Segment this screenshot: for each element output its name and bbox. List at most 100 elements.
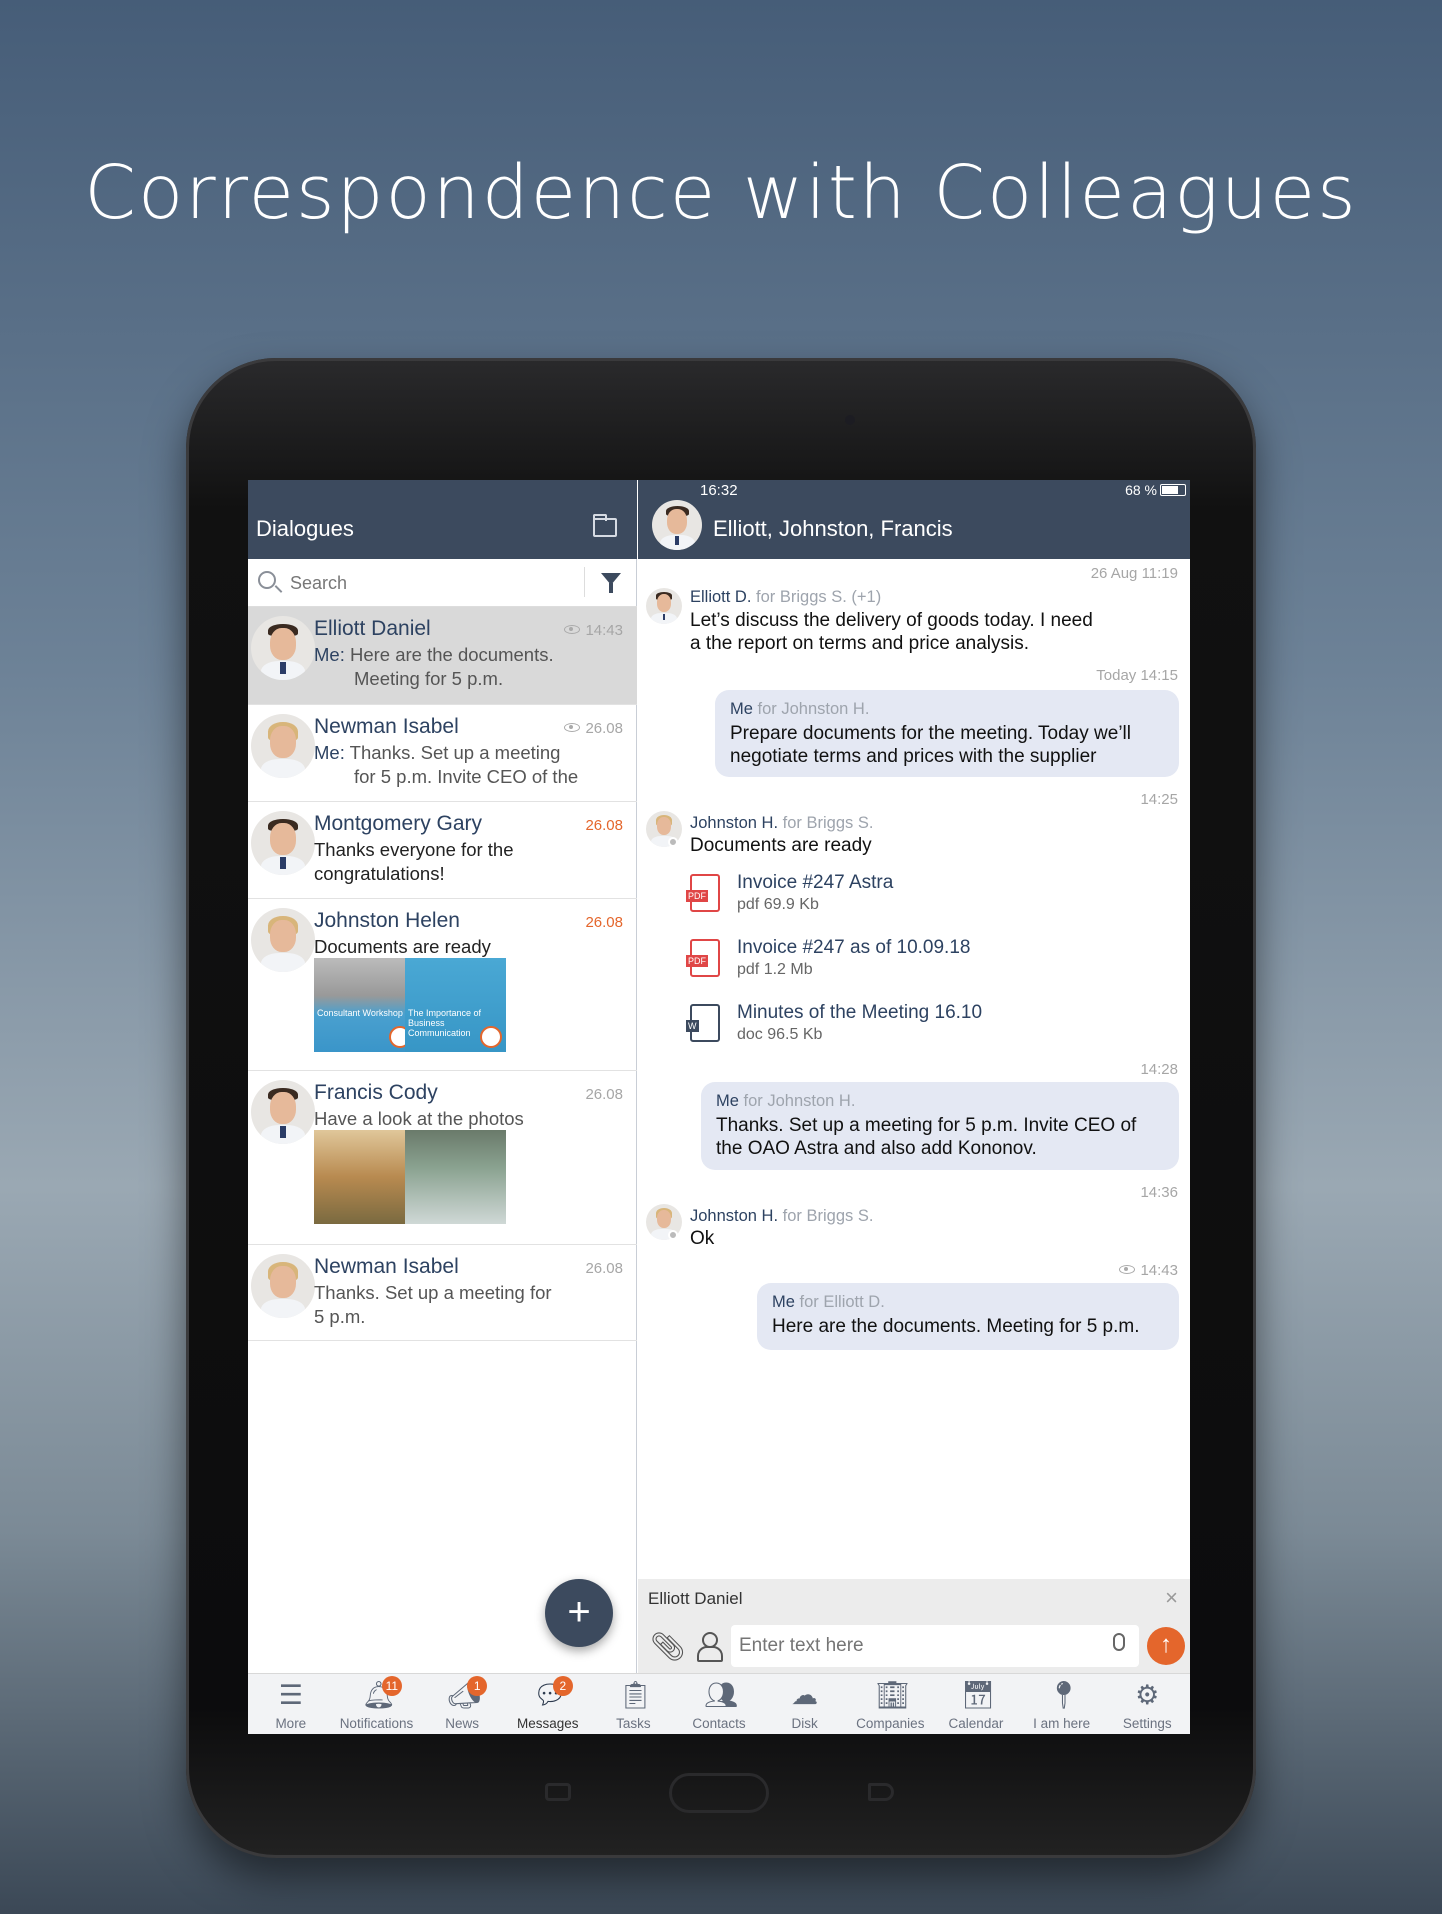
send-button[interactable]: ↑ — [1147, 1627, 1185, 1665]
folder-icon[interactable] — [593, 514, 617, 537]
image-thumbnail[interactable] — [314, 1130, 415, 1224]
presence-dot — [668, 1230, 678, 1240]
chat-title: Elliott, Johnston, Francis — [713, 516, 953, 541]
file-meta: doc 96.5 Kb — [737, 1026, 823, 1043]
message-bubble-own: Me for Johnston H. Thanks. Set up a meet… — [701, 1082, 1179, 1170]
message-text: Thanks. Set up a meeting for 5 p.m. Invi… — [716, 1115, 1137, 1159]
home-button[interactable] — [669, 1773, 769, 1813]
dialogue-name: Montgomery Gary — [314, 812, 483, 835]
file-name: Invoice #247 as of 10.09.18 — [737, 937, 971, 958]
nav-label: Tasks — [616, 1716, 651, 1731]
new-dialogue-button[interactable]: + — [545, 1579, 613, 1647]
image-thumbnail[interactable]: Consultant Workshop — [314, 958, 415, 1052]
nav-i-am-here[interactable]: 📍︎ I am here — [1019, 1674, 1105, 1734]
close-icon[interactable]: × — [1165, 1585, 1178, 1611]
image-thumbnail[interactable]: The Importance of Business Communication — [405, 958, 506, 1052]
microphone-icon[interactable] — [1113, 1633, 1125, 1651]
message-text: Here are the documents. Meeting for 5 p.… — [772, 1316, 1140, 1337]
nav-contacts[interactable]: 👥︎ Contacts — [676, 1674, 762, 1734]
timestamp: 14:43 — [1119, 1262, 1178, 1279]
message-input[interactable] — [731, 1625, 1139, 1667]
back-button[interactable] — [868, 1783, 894, 1801]
status-time: 16:32 — [700, 482, 738, 499]
recent-apps-button[interactable] — [545, 1783, 571, 1801]
avatar — [251, 811, 315, 875]
clipboard-icon: 📋︎ — [618, 1680, 653, 1710]
nav-label: Disk — [791, 1716, 818, 1731]
pdf-file-icon: PDF — [686, 874, 720, 912]
avatar — [251, 714, 315, 778]
location-pin-icon: 📍︎ — [1046, 1680, 1081, 1710]
reply-strip: Elliott Daniel × — [638, 1579, 1190, 1618]
dialogue-item[interactable]: Montgomery Gary 26.08 Thanks everyone for … — [248, 802, 637, 899]
nav-calendar[interactable]: 📅︎ Calendar — [933, 1674, 1019, 1734]
word-file-icon: W — [686, 1004, 720, 1042]
dialogue-preview: Thanks. Set up a meeting for 5 p.m. — [314, 1282, 552, 1327]
menu-icon: ☰ — [278, 1680, 303, 1710]
image-thumbnail[interactable] — [405, 1130, 506, 1224]
nav-tasks[interactable]: 📋︎ Tasks — [591, 1674, 677, 1734]
message-sender: Me for Elliott D. — [772, 1293, 885, 1311]
message-bubble-own: Me for Johnston H. Prepare documents for… — [715, 690, 1179, 777]
nav-messages[interactable]: 💬︎ 2 Messages — [505, 1674, 591, 1734]
timestamp: 14:28 — [1140, 1061, 1178, 1078]
dialogue-name: Johnston Helen — [314, 909, 460, 932]
thumbnail-caption: Consultant Workshop — [317, 1008, 403, 1018]
dialogue-time: 26.08 — [585, 914, 623, 931]
file-meta: pdf 1.2 Mb — [737, 961, 813, 978]
search-input[interactable]: Search — [290, 573, 347, 594]
dialogue-time: 26.08 — [585, 1260, 623, 1277]
nav-notifications[interactable]: 🔔︎ 11 Notifications — [334, 1674, 420, 1734]
filter-icon[interactable] — [601, 573, 621, 593]
timestamp: Today 14:15 — [1096, 667, 1178, 684]
dialogue-preview: Me: Thanks. Set up a meeting for 5 p.m. I… — [314, 742, 579, 787]
reply-to-name: Elliott Daniel — [648, 1589, 743, 1608]
dialogue-name: Elliott Daniel — [314, 617, 431, 640]
dialogue-item[interactable]: Johnston Helen 26.08 Documents are ready Co… — [248, 899, 637, 1071]
contacts-icon: 👥︎ — [704, 1680, 739, 1710]
nav-news[interactable]: 📣︎ 1 News — [419, 1674, 505, 1734]
screen: Dialogues Search Elliott Daniel 14:43 Me: … — [248, 480, 1190, 1734]
dialogues-title: Dialogues — [256, 516, 354, 541]
timestamp: 14:25 — [1140, 791, 1178, 808]
dialogues-header: Dialogues — [248, 480, 637, 559]
nav-label: Messages — [516, 1716, 579, 1731]
dialogue-name: Newman Isabel — [314, 715, 459, 738]
chat-header: 16:32 68 % Elliott, Johnston, Francis — [638, 480, 1190, 559]
dialogue-time: 26.08 — [564, 720, 623, 737]
timestamp: 14:36 — [1140, 1184, 1178, 1201]
battery-icon — [1160, 484, 1186, 496]
compose-bar: 📎︎ ↑ — [638, 1618, 1190, 1673]
message-bubble-own: Me for Elliott D. Here are the documents… — [757, 1283, 1179, 1350]
seen-icon — [564, 625, 581, 634]
nav-companies[interactable]: 🏢︎ Companies — [847, 1674, 933, 1734]
message-text: Ok — [690, 1228, 715, 1249]
dialogue-item[interactable]: Newman Isabel 26.08 Thanks. Set up a meeti… — [248, 1245, 637, 1341]
message-sender: Johnston H. for Briggs S. — [690, 814, 874, 832]
sender-avatar[interactable] — [646, 588, 682, 624]
pdf-badge-icon — [480, 1026, 502, 1048]
gear-icon: ⚙ — [1135, 1680, 1160, 1710]
nav-disk[interactable]: ☁ Disk — [762, 1674, 848, 1734]
message-text: Prepare documents for the meeting. Today… — [730, 723, 1131, 767]
group-avatar[interactable] — [652, 500, 702, 550]
nav-settings[interactable]: ⚙ Settings — [1104, 1674, 1190, 1734]
person-icon[interactable] — [696, 1632, 723, 1662]
headline: Correspondence with Colleagues — [84, 150, 1358, 236]
dialogue-item[interactable]: Elliott Daniel 14:43 Me: Here are the docu… — [248, 607, 637, 705]
dialogue-item[interactable]: Francis Cody 26.08 Have a look at the phot… — [248, 1071, 637, 1245]
dialogue-preview: Thanks everyone for the congratulations! — [314, 839, 514, 884]
paperclip-icon[interactable]: 📎︎ — [650, 1630, 686, 1663]
nav-label: News — [445, 1716, 479, 1731]
message-text: Documents are ready — [690, 835, 872, 856]
presence-dot — [668, 837, 678, 847]
dialogue-item[interactable]: Newman Isabel 26.08 Me: Thanks. Set up a m… — [248, 705, 637, 802]
nav-label: Contacts — [692, 1716, 746, 1731]
avatar — [251, 1254, 315, 1318]
file-name: Invoice #247 Astra — [737, 872, 894, 893]
bottom-nav: ☰ More 🔔︎ 11 Notifications 📣︎ 1 News 💬︎ 2 Messages… — [248, 1673, 1190, 1734]
cloud-icon: ☁ — [791, 1680, 819, 1710]
dialogue-name: Newman Isabel — [314, 1255, 459, 1278]
dialogue-preview: Me: Here are the documents. Meeting for 5… — [314, 644, 554, 689]
nav-more[interactable]: ☰ More — [248, 1674, 334, 1734]
